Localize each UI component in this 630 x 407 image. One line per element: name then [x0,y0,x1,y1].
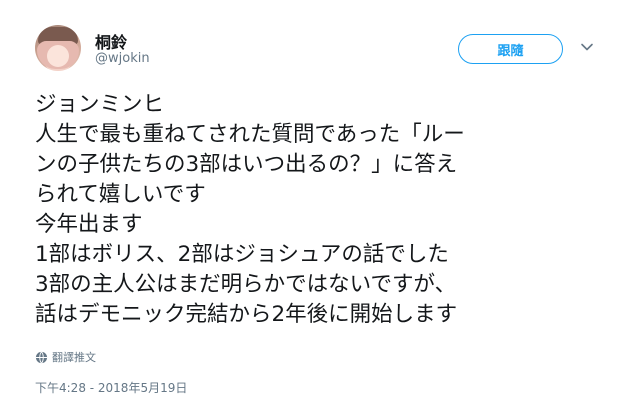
chevron-down-icon[interactable] [580,40,594,54]
tweet-line: 今年出ます [35,212,143,237]
tweet-line: 話はデモニック完結から2年後に開始します [35,302,458,327]
globe-icon [35,351,48,363]
follow-button[interactable]: 跟隨 [458,34,563,64]
user-handle[interactable]: @wjokin [95,51,150,66]
translate-tweet-link[interactable]: 翻譯推文 [35,349,96,365]
tweet-text: ジョンミンヒ 人生で最も重ねてされた質問であった「ルー ンの子供たちの3部はいつ… [35,90,625,330]
tweet-line: られて嬉しいです [35,182,206,207]
avatar-face [47,45,69,67]
translate-label[interactable]: 翻譯推文 [52,349,96,365]
avatar[interactable] [35,25,81,71]
tweet-line: 1部はボリス、2部はジョシュアの話でした [35,242,449,267]
tweet-line: ジョンミンヒ [35,92,165,117]
user-display-name[interactable]: 桐鈴 [95,29,127,53]
tweet-card: 桐鈴 @wjokin 跟隨 ジョンミンヒ 人生で最も重ねてされた質問であった「ル… [0,0,630,407]
tweet-line: 3部の主人公はまだ明らかではないですが、 [35,272,457,297]
tweet-line: ンの子供たちの3部はいつ出るの？」に答え [35,152,458,177]
tweet-line: 人生で最も重ねてされた質問であった「ルー [35,122,465,147]
tweet-timestamp[interactable]: 下午4:28 - 2018年5月19日 [35,379,187,396]
